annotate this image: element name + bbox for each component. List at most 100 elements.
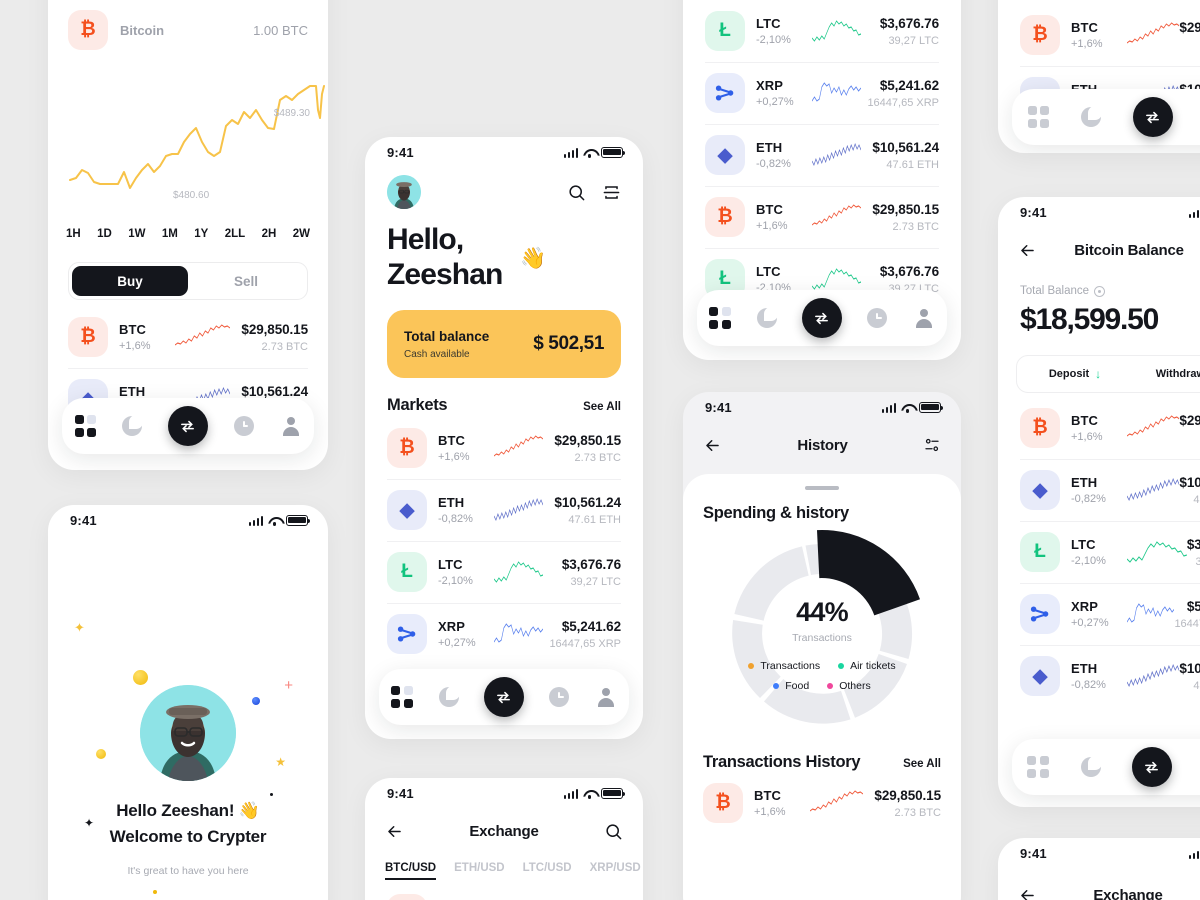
table-row[interactable]: Ł LTC -2,10% $3,676.76 39,27 LTC [1020,521,1200,583]
range-2h[interactable]: 2H [262,228,277,240]
tab-dashboard[interactable] [1027,106,1050,128]
table-row[interactable]: ◆ ETH -0,82% $10,561.24 47.61 ETH [1020,645,1200,707]
person-icon [596,687,616,707]
welcome-subtext: It's great to have you here [127,864,249,877]
home-header [365,167,643,209]
swap-icon [1145,761,1159,773]
tab-dashboard[interactable] [391,686,413,708]
transactions-section-header: Transactions History See All [683,747,961,772]
markets-section-header: Markets See All [365,378,643,417]
ethereum-icon: ◆ [705,135,745,175]
bottom-tab-bar[interactable] [379,669,629,725]
tab-dashboard[interactable] [1027,756,1049,778]
tab-portfolio[interactable] [438,686,460,708]
eye-icon[interactable] [1094,285,1106,297]
deposit-withdrawal-bar[interactable]: Deposit ↓ Withdrawal↑ [1016,355,1200,393]
crypto-amount: 16447,65 XRP [867,96,939,109]
filter-icon[interactable] [923,436,941,454]
back-arrow-icon[interactable] [1018,241,1037,260]
table-row[interactable]: ₿ BTC +1,6% $29,850.15 2.73 BTC [705,186,939,248]
tab-history[interactable] [866,307,888,329]
table-row[interactable]: ₿ BTC +1,6% $29,850.15 2.73 BTC [1020,397,1200,459]
range-1d[interactable]: 1D [97,228,112,240]
sparkline-chart [175,323,230,351]
tab-portfolio[interactable] [756,307,778,329]
tab-eth-usd[interactable]: ETH/USD [454,862,504,880]
back-arrow-icon[interactable] [1018,886,1037,900]
table-row[interactable]: ₿ BTC +1,6% $29,850.15 2.73 BTC [703,772,941,834]
range-2w[interactable]: 2W [293,228,310,240]
table-row[interactable]: ◆ ETH -0,82% $10,561.24 47.61 ETH [705,124,939,186]
tab-portfolio[interactable] [1080,756,1102,778]
table-row[interactable]: Ł LTC -2,10% $3,676.76 39,27 LTC [387,541,621,603]
time-range-selector[interactable]: 1H 1D 1W 1M 1Y 2LL 2H 2W [48,220,328,240]
range-1m[interactable]: 1M [162,228,178,240]
back-arrow-icon[interactable] [385,822,404,841]
crypto-amount: 16447,65 XRP [1174,617,1200,630]
total-balance-card[interactable]: Total balance Cash available $ 502,51 [387,310,621,378]
range-2ll[interactable]: 2LL [225,228,245,240]
tab-history[interactable] [233,415,255,437]
tab-profile[interactable] [595,686,617,708]
deposit-button[interactable]: Deposit ↓ [1017,367,1133,381]
range-1w[interactable]: 1W [128,228,145,240]
sell-button[interactable]: Sell [188,266,304,296]
tab-ltc-usd[interactable]: LTC/USD [523,862,572,880]
bottom-tab-bar[interactable] [1012,739,1200,795]
table-row[interactable]: ₿ BTC +1,6% $29,850.15 2.73 BTC [68,306,308,368]
table-row[interactable]: XRP +0,27% $5,241.62 16447,65 XRP [1020,583,1200,645]
bottom-tab-bar[interactable] [62,398,314,454]
tab-xrp-usd[interactable]: XRP/USD [590,862,641,880]
bottom-tab-bar[interactable] [1012,89,1200,145]
tab-exchange[interactable] [483,677,524,717]
tab-exchange[interactable] [167,406,208,446]
crypto-amount: 2.73 BTC [261,340,308,353]
greeting-block: Hello, Zeeshan 👋 [365,209,643,292]
buy-sell-toggle[interactable]: Buy Sell [68,262,308,300]
table-row[interactable]: ◆ ETH -0,82% $10,561.24 47.61 ETH [1020,459,1200,521]
crypto-price: $10,561.24 [1179,660,1200,676]
tab-profile[interactable] [913,307,935,329]
balance-subtitle: Cash available [404,348,470,360]
crypto-amount: 47.61 ETH [1193,493,1200,506]
donut-legend: Transactions Air tickets Food Others [683,660,961,692]
table-row[interactable]: XRP +0,27% $5,241.62 16447,65 XRP [705,62,939,124]
tab-exchange[interactable] [801,298,842,338]
table-row[interactable]: ₿ BTC +1,6% $29,850.15 2.73 BTC [1020,4,1200,66]
total-balance-label: Total Balance [998,267,1200,297]
tab-portfolio[interactable] [1080,106,1102,128]
dot-decoration [133,670,148,685]
range-1y[interactable]: 1Y [194,228,208,240]
see-all-link[interactable]: See All [903,758,941,770]
tab-exchange[interactable] [1132,97,1173,137]
crypto-symbol: XRP [756,78,784,93]
crypto-change: +1,6% [1071,431,1103,443]
avatar[interactable] [387,175,421,209]
see-all-link[interactable]: See All [583,401,621,413]
tab-btc-usd[interactable]: BTC/USD [385,862,437,880]
tab-profile[interactable] [280,415,302,437]
crypto-change: +1,6% [119,340,151,352]
table-row[interactable]: XRP +0,27% $5,241.62 16447,65 XRP [387,603,621,665]
tab-portfolio[interactable] [121,415,143,437]
bottom-tab-bar[interactable] [697,290,947,346]
table-row[interactable]: ◆ ETH -0,82% $10,561.24 47.61 ETH [387,479,621,541]
back-arrow-icon[interactable] [703,436,722,455]
search-icon[interactable] [567,183,586,202]
crypto-amount: 47.61 ETH [568,513,621,526]
tab-history[interactable] [548,686,570,708]
withdrawal-button[interactable]: Withdrawal↑ [1133,367,1200,381]
greeting-line-1: Hello, [387,223,464,256]
range-1h[interactable]: 1H [66,228,81,240]
scan-icon[interactable] [602,183,621,202]
exchange-card: 9:41 Exchange BTC/USD ETH/USD LTC/USD XR… [365,778,643,900]
buy-button[interactable]: Buy [72,266,188,296]
tab-dashboard[interactable] [74,415,97,437]
crypto-change: -2,10% [438,575,473,587]
tab-exchange[interactable] [1131,747,1172,787]
pair-tabs[interactable]: BTC/USD ETH/USD LTC/USD XRP/USD EOS [365,848,643,880]
search-icon[interactable] [604,822,623,841]
table-row[interactable]: Ł LTC -2,10% $3,676.76 39,27 LTC [705,0,939,62]
table-row[interactable]: ₿ BTC +1,6% $29,850.15 2.73 BTC [387,417,621,479]
tab-dashboard[interactable] [709,307,731,329]
